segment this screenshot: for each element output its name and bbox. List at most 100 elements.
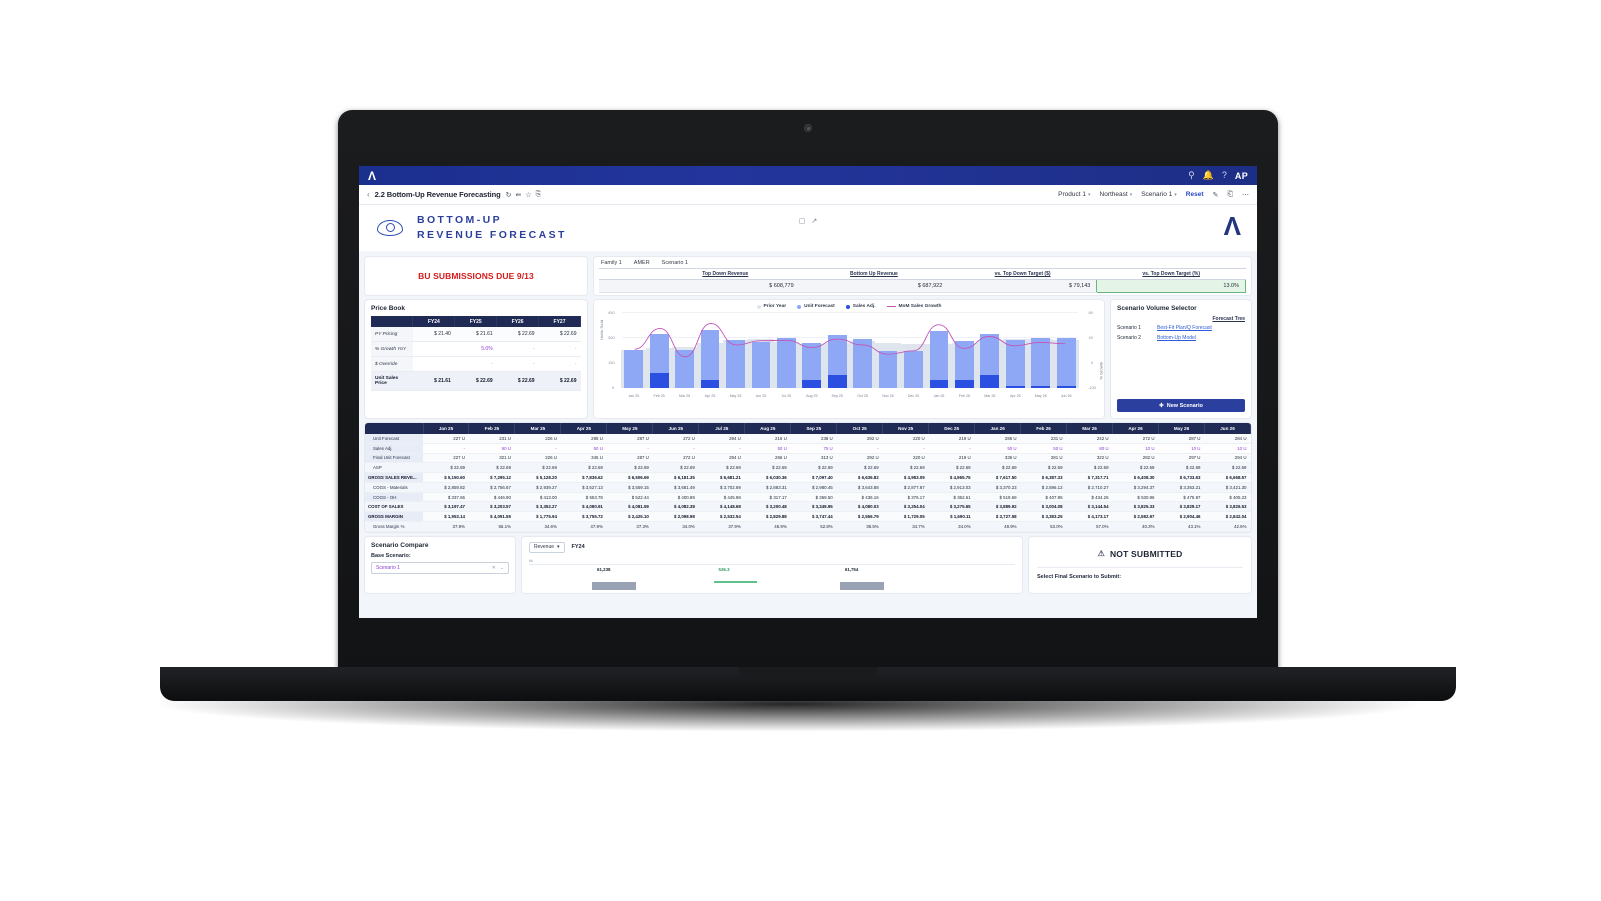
grid-col-header[interactable]: Dec 25 — [928, 423, 976, 434]
kpi-header-vs-target-dollar[interactable]: vs. Top Down Target ($) — [948, 268, 1097, 280]
grid-col-header[interactable]: Mar 26 — [1066, 423, 1114, 434]
grid-cell[interactable]: 50 U — [974, 443, 1021, 454]
grid-col-header[interactable]: Nov 25 — [882, 423, 930, 434]
grid-cell[interactable]: 90 U — [468, 443, 515, 454]
grid-col-header[interactable]: Oct 25 — [836, 423, 884, 434]
legend-item-prior-year[interactable]: Prior Year — [756, 304, 786, 309]
grid-cell[interactable]: 10 U — [1112, 443, 1159, 454]
pb-cell-editable[interactable]: - — [496, 341, 539, 357]
grid-cell[interactable]: 50 U — [744, 443, 791, 454]
waterfall-bar[interactable] — [592, 581, 636, 590]
legend-item-sales-adj[interactable]: Sales Adj. — [845, 304, 876, 309]
grid-cell: $ 3,004.08 — [1020, 501, 1067, 513]
list-item[interactable]: Scenario 1 Best-Fit Plan/Q Forecast — [1117, 325, 1245, 331]
legend-item-mom-growth[interactable]: MoM Sales Growth — [886, 304, 941, 309]
grid-cell: 287 U — [606, 453, 653, 464]
grid-col-header[interactable]: Jan 26 — [974, 423, 1022, 434]
comment-icon[interactable]: ▢ — [799, 217, 806, 225]
waterfall-bar[interactable] — [713, 581, 758, 583]
chevron-down-icon[interactable]: ⌄ — [500, 565, 504, 571]
grid-col-header[interactable]: Apr 25 — [560, 423, 608, 434]
grid-cell[interactable]: - — [652, 443, 699, 454]
grid-cell[interactable]: - — [423, 443, 469, 454]
grid-col-header[interactable]: Jun 25 — [652, 423, 700, 434]
grid-cell[interactable]: 80 U — [1066, 443, 1113, 454]
grid-col-header[interactable]: May 25 — [606, 423, 654, 434]
kpi-header-bottom-up-revenue[interactable]: Bottom Up Revenue — [799, 268, 949, 280]
status-badge-label: NOT SUBMITTED — [1109, 548, 1183, 559]
price-book-header-row: FY24 FY25 FY26 FY27 — [371, 316, 581, 327]
x-tick-label: Apr 25 — [704, 394, 716, 398]
grid-col-header[interactable]: Feb 26 — [1020, 423, 1068, 434]
filter-scenario[interactable]: Scenario 1 ▾ — [1141, 191, 1177, 198]
grid-col-header[interactable]: May 26 — [1158, 423, 1205, 434]
list-item[interactable]: Scenario 2 Bottom-Up Model — [1117, 335, 1245, 341]
waterfall-bar[interactable] — [840, 581, 884, 590]
reset-button[interactable]: Reset — [1186, 191, 1204, 198]
expand-icon[interactable]: ↗ — [811, 217, 817, 225]
metric-select[interactable]: Revenue ▾ — [529, 541, 565, 553]
grid-col-header[interactable]: Jun 26 — [1204, 423, 1251, 434]
grid-row-label: Final Unit Forecast — [365, 453, 423, 464]
grid-cell[interactable]: 75 U — [790, 443, 837, 454]
grid-cell[interactable]: 10 U — [1204, 443, 1251, 454]
grid-cell[interactable]: 50 U — [1020, 443, 1067, 454]
grid-cell: 48.9% — [974, 521, 1021, 532]
help-icon[interactable]: ? — [1222, 171, 1227, 180]
grid-col-header[interactable]: Jan 25 — [423, 423, 470, 434]
scenario-tree-link[interactable]: Best-Fit Plan/Q Forecast — [1157, 325, 1212, 331]
grid-row-label: GROSS SALES REVE... — [365, 472, 423, 483]
kpi-header-vs-target-percent[interactable]: vs. Top Down Target (%) — [1096, 268, 1246, 280]
grid-col-header[interactable]: Jul 25 — [698, 423, 746, 434]
grid-col-header[interactable]: Mar 25 — [514, 423, 562, 434]
chart-overlay — [622, 312, 1078, 388]
filter-region[interactable]: Northeast ▾ — [1100, 191, 1133, 198]
grid-col-header[interactable]: Apr 26 — [1112, 423, 1159, 434]
pb-cell-editable[interactable]: - — [538, 341, 581, 357]
x-tick-label: May 26 — [1034, 394, 1047, 398]
grid-cell[interactable]: - — [836, 443, 883, 454]
grid-cell: 336 U — [974, 453, 1021, 464]
grid-cell[interactable]: 10 U — [1158, 443, 1205, 454]
refresh-icon[interactable]: ↻ — [506, 191, 512, 199]
pb-cell-editable[interactable]: - — [496, 356, 539, 372]
grid-col-header[interactable]: Sep 25 — [790, 423, 838, 434]
pb-cell[interactable] — [412, 341, 455, 357]
close-icon[interactable]: ✕ — [492, 565, 496, 571]
save-icon[interactable]: ⎗ — [1227, 191, 1233, 199]
filter-product[interactable]: Product 1 ▾ — [1058, 191, 1090, 198]
grid-col-blank — [365, 423, 424, 434]
x-tick-label: Nov 25 — [882, 394, 894, 398]
grid-cell: $ 3,203.57 — [468, 501, 515, 513]
grid-cell[interactable]: - — [882, 443, 929, 454]
bottom-row: Scenario Compare Base Scenario: Scenario… — [365, 536, 1251, 593]
grid-cell[interactable]: - — [698, 443, 745, 454]
grid-cell[interactable]: - — [514, 443, 561, 454]
grid-col-header[interactable]: Feb 25 — [468, 423, 516, 434]
share-icon[interactable]: ⇚ — [515, 191, 521, 199]
avatar[interactable]: AP — [1235, 171, 1248, 181]
grid-cell[interactable]: - — [928, 443, 975, 454]
pb-cell-editable[interactable]: - — [454, 356, 497, 372]
pencil-icon[interactable]: ✎ — [1213, 191, 1219, 199]
table-row: Final Unit Forecast 227 U 321 U 226 U 345 U2… — [365, 453, 1251, 464]
base-scenario-select[interactable]: Scenario 1 ✕ ⌄ — [371, 561, 509, 574]
search-icon[interactable]: ⚲ — [1188, 171, 1195, 180]
grid-cell: $ 7,317.71 — [1066, 472, 1113, 483]
grid-cell[interactable]: - — [606, 443, 653, 454]
grid-col-header[interactable]: Aug 25 — [744, 423, 792, 434]
bell-icon[interactable]: 🔔 — [1203, 171, 1214, 180]
pb-cell-editable[interactable]: 5.0% — [454, 341, 497, 357]
grid-cell[interactable]: 50 U — [560, 443, 607, 454]
ellipsis-icon[interactable]: ⋯ — [1242, 191, 1249, 199]
copy-icon[interactable]: ⎘ — [536, 191, 542, 199]
back-icon[interactable]: ‹ — [367, 190, 370, 199]
legend-item-unit-forecast[interactable]: Unit Forecast — [797, 304, 835, 309]
new-scenario-button[interactable]: ✚ New Scenario — [1117, 399, 1245, 412]
app-logo[interactable]: Λ — [368, 170, 376, 182]
pb-cell[interactable] — [412, 356, 455, 372]
star-icon[interactable]: ☆ — [525, 191, 531, 199]
scenario-tree-link[interactable]: Bottom-Up Model — [1157, 335, 1196, 341]
kpi-header-top-down-revenue[interactable]: Top Down Revenue — [651, 268, 800, 280]
pb-cell-editable[interactable]: - — [538, 356, 581, 372]
